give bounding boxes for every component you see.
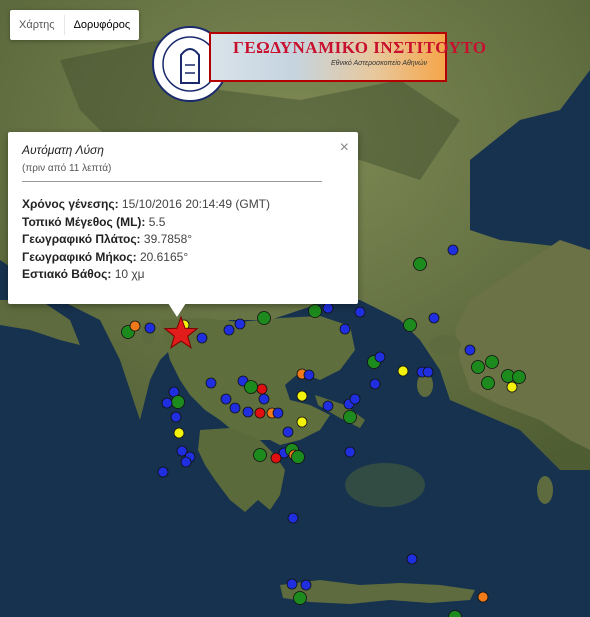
- institute-logo: ΓΕΩΔΥΝΑΜΙΚΟ ΙΝΣΤΙΤΟΥΤΟ Εθνικό Αστεροσκοπ…: [151, 22, 486, 106]
- popup-field-magnitude: Τοπικό Μέγεθος (ML): 5.5: [22, 214, 344, 232]
- earthquake-marker-blue[interactable]: [234, 318, 246, 330]
- earthquake-marker-blue[interactable]: [144, 322, 156, 334]
- earthquake-marker-blue[interactable]: [344, 446, 356, 458]
- field-value: 10 χμ: [114, 267, 145, 281]
- earthquake-marker-blue[interactable]: [229, 402, 241, 414]
- earthquake-marker-green[interactable]: [343, 410, 357, 424]
- info-popup: × Αυτόματη Λύση (πριν από 11 λεπτά) Χρόν…: [8, 132, 358, 304]
- field-label: Τοπικό Μέγεθος (ML):: [22, 214, 146, 229]
- field-value: 20.6165°: [139, 249, 189, 264]
- earthquake-marker-green[interactable]: [485, 355, 499, 369]
- field-label: Γεωγραφικό Πλάτος:: [22, 232, 141, 246]
- popup-field-latitude: Γεωγραφικό Πλάτος: 39.7858°: [22, 231, 344, 249]
- field-label: Γεωγραφικό Μήκος:: [22, 249, 137, 264]
- earthquake-marker-blue[interactable]: [196, 332, 208, 344]
- cyclades-cluster: [345, 463, 425, 507]
- earthquake-marker-blue[interactable]: [223, 324, 235, 336]
- popup-field-depth: Εστιακό Βάθος: 10 χμ: [22, 266, 344, 284]
- earthquake-marker-yellow[interactable]: [506, 381, 518, 393]
- earthquake-marker-blue[interactable]: [300, 579, 312, 591]
- map-type-control: Χάρτης Δορυφόρος: [10, 10, 140, 40]
- earthquake-marker-blue[interactable]: [422, 366, 434, 378]
- earthquake-marker-blue[interactable]: [303, 369, 315, 381]
- earthquake-marker-blue[interactable]: [170, 411, 182, 423]
- earthquake-marker-blue[interactable]: [428, 312, 440, 324]
- popup-title: Αυτόματη Λύση: [22, 143, 104, 157]
- field-value: 15/10/2016 20:14:49 (GMT): [121, 197, 271, 211]
- popup-field-longitude: Γεωγραφικό Μήκος: 20.6165°: [22, 249, 344, 267]
- popup-time-ago: (πριν από 11 λεπτά): [22, 163, 112, 174]
- earthquake-marker-green[interactable]: [413, 257, 427, 271]
- earthquake-marker-yellow[interactable]: [397, 365, 409, 377]
- lesbos: [429, 335, 461, 355]
- earthquake-marker-blue[interactable]: [322, 302, 334, 314]
- earthquake-marker-blue[interactable]: [258, 393, 270, 405]
- earthquake-marker-orange[interactable]: [477, 591, 489, 603]
- field-value: 39.7858°: [143, 232, 193, 246]
- earthquake-marker-blue[interactable]: [220, 393, 232, 405]
- earthquake-marker-green[interactable]: [171, 395, 185, 409]
- earthquake-marker-red[interactable]: [256, 383, 268, 395]
- popup-divider: [22, 181, 322, 182]
- earthquake-marker-blue[interactable]: [180, 456, 192, 468]
- earthquake-marker-yellow[interactable]: [296, 390, 308, 402]
- field-label: Χρόνος γένεσης:: [22, 197, 119, 211]
- earthquake-marker-blue[interactable]: [447, 244, 459, 256]
- earthquake-marker-green[interactable]: [481, 376, 495, 390]
- earthquake-marker-blue[interactable]: [374, 351, 386, 363]
- earthquake-marker-red[interactable]: [254, 407, 266, 419]
- earthquake-marker-green[interactable]: [253, 448, 267, 462]
- earthquake-marker-blue[interactable]: [349, 393, 361, 405]
- earthquake-marker-blue[interactable]: [354, 306, 366, 318]
- earthquake-marker-blue[interactable]: [242, 406, 254, 418]
- earthquake-marker-blue[interactable]: [287, 512, 299, 524]
- earthquake-marker-green[interactable]: [257, 311, 271, 325]
- logo-subtitle: Εθνικό Αστεροσκοπείο Αθηνών: [331, 60, 428, 67]
- logo-title: ΓΕΩΔΥΝΑΜΙΚΟ ΙΝΣΤΙΤΟΥΤΟ: [233, 38, 487, 57]
- earthquake-marker-blue[interactable]: [322, 400, 334, 412]
- popup-pointer: [168, 303, 186, 317]
- earthquake-marker-blue[interactable]: [464, 344, 476, 356]
- earthquake-marker-blue[interactable]: [282, 426, 294, 438]
- earthquake-marker-blue[interactable]: [205, 377, 217, 389]
- close-icon[interactable]: ×: [340, 140, 349, 156]
- popup-field-origin-time: Χρόνος γένεσης: 15/10/2016 20:14:49 (GMT…: [22, 196, 344, 214]
- earthquake-marker-blue[interactable]: [406, 553, 418, 565]
- map-type-map-button[interactable]: Χάρτης: [10, 10, 64, 40]
- earthquake-marker-green[interactable]: [244, 380, 258, 394]
- earthquake-marker-blue[interactable]: [161, 397, 173, 409]
- rhodes: [537, 476, 553, 504]
- earthquake-marker-blue[interactable]: [286, 578, 298, 590]
- earthquake-marker-blue[interactable]: [157, 466, 169, 478]
- earthquake-marker-yellow[interactable]: [296, 416, 308, 428]
- earthquake-marker-green[interactable]: [403, 318, 417, 332]
- earthquake-marker-green[interactable]: [471, 360, 485, 374]
- field-label: Εστιακό Βάθος:: [22, 267, 112, 281]
- earthquake-marker-orange[interactable]: [129, 320, 141, 332]
- earthquake-marker-red[interactable]: [270, 452, 282, 464]
- field-value: 5.5: [148, 214, 166, 229]
- earthquake-marker-green[interactable]: [291, 450, 305, 464]
- earthquake-marker-green[interactable]: [512, 370, 526, 384]
- earthquake-marker-blue[interactable]: [339, 323, 351, 335]
- map-type-satellite-button[interactable]: Δορυφόρος: [65, 10, 140, 40]
- earthquake-marker-blue[interactable]: [369, 378, 381, 390]
- earthquake-marker-green[interactable]: [293, 591, 307, 605]
- earthquake-marker-blue[interactable]: [272, 407, 284, 419]
- earthquake-marker-green[interactable]: [308, 304, 322, 318]
- earthquake-marker-yellow[interactable]: [173, 427, 185, 439]
